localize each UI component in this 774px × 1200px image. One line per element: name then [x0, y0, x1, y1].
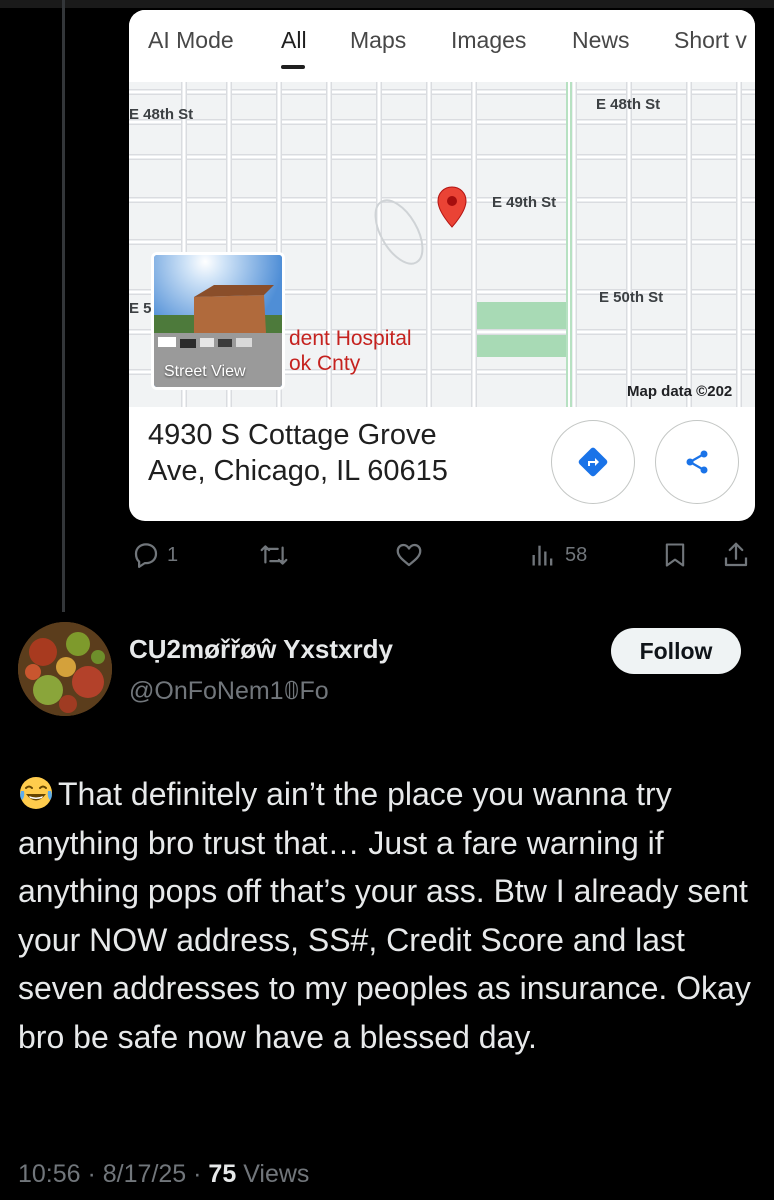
street-label-e48th-east: E 48th St	[596, 96, 661, 113]
retweet-action[interactable]	[258, 540, 290, 570]
reply-icon	[134, 543, 158, 568]
heart-icon	[396, 543, 422, 567]
user-handle[interactable]: @OnFoNem1𝟘Fo	[129, 676, 329, 706]
tab-images[interactable]: Images	[451, 27, 526, 54]
share-icon	[686, 450, 708, 474]
share-button[interactable]	[655, 420, 739, 504]
tab-all[interactable]: All	[281, 27, 307, 54]
street-label-e48th-west: E 48th St	[129, 106, 194, 123]
tab-short-videos[interactable]: Short v	[674, 27, 747, 54]
directions-button[interactable]	[551, 420, 635, 504]
like-action[interactable]	[393, 540, 425, 570]
avatar[interactable]	[18, 622, 112, 716]
street-label-e5-partial: E 5	[129, 300, 152, 317]
tweet-time[interactable]: 10:56	[18, 1160, 81, 1188]
top-edge	[0, 0, 774, 8]
reply-count: 1	[167, 543, 179, 566]
active-tab-indicator	[281, 65, 305, 69]
map-view[interactable]: E 48th St E 48th St E 49th St E 50th St …	[129, 82, 755, 407]
retweet-icon	[260, 545, 288, 565]
follow-button[interactable]: Follow	[611, 628, 741, 674]
avatar-image	[18, 622, 112, 716]
tweet-text: That definitely ain’t the place you wann…	[18, 770, 758, 1061]
place-address: 4930 S Cottage Grove Ave, Chicago, IL 60…	[148, 419, 448, 487]
bookmark-icon	[665, 543, 685, 567]
street-view-thumbnail[interactable]: Street View	[151, 252, 285, 390]
bookmark-action[interactable]	[661, 540, 689, 570]
location-pin-icon[interactable]	[437, 186, 467, 228]
tweet-meta: 10:56 · 8/17/25 · 75 Views	[18, 1160, 310, 1188]
reply-action[interactable]: 1	[131, 540, 178, 570]
views-action[interactable]: 58	[529, 540, 587, 570]
tab-maps[interactable]: Maps	[350, 27, 406, 54]
map-attribution: Map data ©202	[627, 383, 733, 400]
tab-news[interactable]: News	[572, 27, 630, 54]
directions-icon	[578, 447, 608, 477]
street-label-e50th: E 50th St	[599, 289, 664, 306]
street-label-e49th: E 49th St	[492, 194, 557, 211]
analytics-icon	[532, 545, 553, 566]
thread-connector-line	[62, 0, 65, 612]
views-count: 58	[565, 543, 588, 566]
share-post-action[interactable]	[721, 540, 751, 570]
tweet-body-text: That definitely ain’t the place you wann…	[18, 776, 751, 1055]
upload-share-icon	[724, 542, 748, 567]
hospital-poi-label[interactable]: dent Hospital ok Cnty	[289, 326, 412, 376]
tweet-views-count: 75	[208, 1160, 237, 1188]
street-view-label: Street View	[164, 363, 246, 380]
display-name[interactable]: CỤ2møřřøŵ Yxstxrdy	[129, 634, 393, 665]
tab-ai-mode[interactable]: AI Mode	[148, 27, 234, 54]
tweet-views-label: Views	[243, 1160, 310, 1188]
search-tabs: AI Mode All Maps Images News Short v	[129, 10, 755, 82]
face-with-tears-of-joy-icon	[20, 777, 52, 809]
tweet-date[interactable]: 8/17/25	[103, 1160, 186, 1188]
maps-result-card[interactable]: AI Mode All Maps Images News Short v E 4…	[129, 10, 755, 521]
